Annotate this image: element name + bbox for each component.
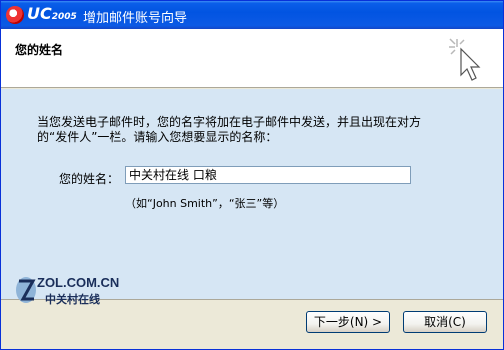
- name-label: 您的姓名：: [59, 172, 120, 186]
- wizard-window: UC2005 增加邮件账号向导 您的姓名 当您发送电子邮件时，您的名字将加在电子…: [0, 0, 504, 350]
- app-version: 2005: [51, 12, 77, 22]
- window-title: 增加邮件账号向导: [83, 11, 188, 26]
- zol-watermark: ZOL.COM.CN 中关村在线: [15, 275, 215, 311]
- cancel-button[interactable]: 取消(C): [403, 311, 487, 333]
- next-button[interactable]: 下一步(N) >: [306, 311, 390, 333]
- title-bar[interactable]: UC2005 增加邮件账号向导: [1, 1, 503, 29]
- uc-logo-icon: [6, 6, 24, 24]
- description-text: 当您发送电子邮件时，您的名字将加在电子邮件中发送，并且出现在对方的“发件人”一栏…: [37, 115, 422, 144]
- example-hint: （如“John Smith”，“张三”等）: [125, 197, 285, 210]
- app-name: UC2005: [27, 4, 77, 23]
- brand-sub-text: 中关村在线: [45, 293, 100, 306]
- page-title: 您的姓名: [15, 43, 64, 57]
- wizard-header: 您的姓名: [1, 29, 503, 88]
- wizard-content: 当您发送电子邮件时，您的名字将加在电子邮件中发送，并且出现在对方的“发件人”一栏…: [1, 89, 503, 306]
- display-name-input[interactable]: 中关村在线 口粮: [125, 166, 411, 184]
- zol-logo-icon: [16, 277, 36, 303]
- wizard-cursor-icon: [449, 38, 481, 81]
- brand-main-text: ZOL.COM.CN: [37, 275, 120, 290]
